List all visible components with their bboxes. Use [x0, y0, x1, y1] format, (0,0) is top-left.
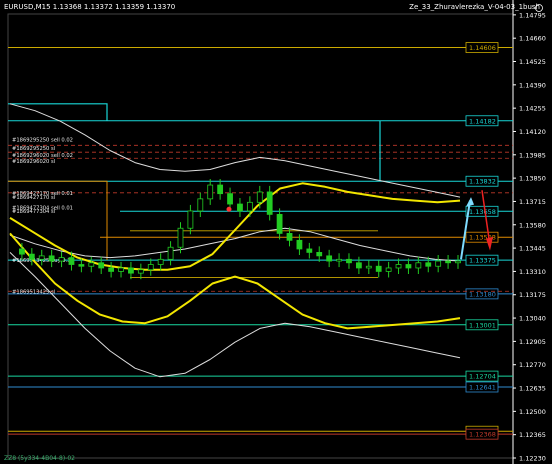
price-tick-label: 1.13715: [519, 198, 546, 206]
candle-body: [375, 265, 382, 272]
price-tick-label: 1.13310: [519, 268, 546, 276]
candle-body: [19, 248, 25, 255]
candle-body: [435, 260, 442, 267]
candle-body: [405, 264, 412, 269]
level-label: 1.13001: [469, 321, 496, 329]
candle-body: [58, 257, 65, 262]
plot-frame: [7, 13, 514, 459]
candle-body: [365, 265, 372, 269]
price-tick-label: 1.12230: [519, 455, 546, 463]
candle-body: [445, 260, 451, 264]
candle-body: [28, 253, 35, 260]
price-tick-label: 1.13175: [519, 291, 546, 299]
price-tick-label: 1.13040: [519, 315, 546, 323]
symbol-info: EURUSD,M15 1.13368 1.13372 1.13359 1.133…: [4, 3, 176, 11]
candle-body: [98, 262, 105, 269]
candle-body: [38, 255, 45, 260]
candle-body: [296, 239, 303, 250]
candle-body: [346, 258, 352, 264]
price-tick-label: 1.12635: [519, 385, 546, 393]
candle-body: [137, 269, 144, 274]
candle-body: [187, 210, 194, 229]
white-mid-band: [9, 227, 461, 262]
candle-body: [276, 214, 283, 234]
level-label: 1.12704: [469, 373, 496, 381]
level-label: 1.12368: [469, 431, 496, 439]
signal-marker: [226, 206, 232, 212]
order-label: #1869296020 sl: [12, 159, 55, 165]
candle-body: [167, 246, 174, 260]
candle-body: [227, 193, 233, 205]
candle-body: [217, 184, 224, 195]
candle-body: [48, 255, 55, 262]
price-tick-label: 1.14795: [519, 11, 546, 19]
candle-body: [336, 258, 342, 262]
candle-body: [385, 267, 392, 272]
candle-body: [197, 198, 204, 212]
candle-body: [177, 227, 184, 248]
candle-body: [455, 260, 461, 264]
cyan-step-line: [8, 103, 108, 121]
white-upper-band: [9, 103, 461, 198]
candle-body: [395, 264, 402, 269]
price-tick-label: 1.14120: [519, 128, 546, 136]
footer-label: ZZ8 (5y334-4B04-8)-02: [4, 455, 75, 462]
order-label: #1869295250 sl: [12, 146, 55, 152]
order-label: #1869477304 sl: [12, 209, 55, 215]
yellow-upper-band: [9, 182, 461, 271]
order-label: #1869295250 sell 0.02: [12, 137, 73, 143]
yellow-lower-band: [9, 232, 461, 330]
level-label: 1.13658: [469, 208, 496, 216]
candle-body: [157, 258, 164, 265]
candle-body: [246, 201, 253, 212]
indicator-name: Ze_33_Zhuravlerezka_V-04-03_1bush: [409, 3, 540, 11]
candle-body: [266, 191, 273, 215]
white-lower-band: [9, 252, 461, 378]
candle-body: [316, 252, 323, 257]
candle-body: [237, 203, 243, 212]
target-arrow-up: [460, 200, 471, 260]
price-tick-label: 1.13985: [519, 151, 546, 159]
price-tick-label: 1.13850: [519, 175, 546, 183]
candle-body: [286, 233, 293, 241]
candle-body: [355, 262, 362, 269]
price-tick-label: 1.13445: [519, 245, 546, 253]
price-tick-label: 1.12770: [519, 361, 546, 369]
level-label: 1.13832: [469, 178, 496, 186]
candle-body: [118, 267, 124, 272]
price-tick-label: 1.12905: [519, 338, 546, 346]
candle-body: [128, 267, 134, 274]
candle-body: [326, 255, 333, 262]
level-label: 1.13375: [469, 257, 496, 265]
candle-body: [147, 264, 154, 271]
level-label: 1.14606: [469, 44, 496, 52]
price-tick-label: 1.14390: [519, 81, 546, 89]
price-tick-label: 1.14660: [519, 35, 546, 43]
level-label: 1.14182: [469, 117, 496, 125]
candle-body: [425, 262, 432, 267]
level-label: 1.12641: [469, 383, 496, 391]
target-arrow-down-head: [486, 236, 493, 251]
candle-body: [415, 262, 422, 269]
candle-body: [256, 191, 263, 203]
price-chart[interactable]: 1.14795 1.14660 1.14525 1.14390 1.14255 1.141…: [0, 0, 552, 464]
candle-body: [88, 262, 95, 267]
candle-body: [78, 264, 85, 267]
target-arrow-up-head: [466, 197, 474, 207]
price-tick-label: 1.14255: [519, 105, 546, 113]
candle-body: [207, 184, 214, 200]
candle-body: [108, 267, 115, 272]
trading-chart-window: 1.14795 1.14660 1.14525 1.14390 1.14255 1.141…: [0, 0, 552, 464]
price-tick-label: 1.12365: [519, 431, 546, 439]
price-tick-label: 1.12500: [519, 408, 546, 416]
candle-body: [306, 248, 313, 253]
price-tick-label: 1.14525: [519, 58, 546, 66]
order-label: #1869427170 sl: [12, 195, 55, 201]
candle-body: [68, 257, 75, 265]
price-tick-label: 1.13580: [519, 221, 546, 229]
